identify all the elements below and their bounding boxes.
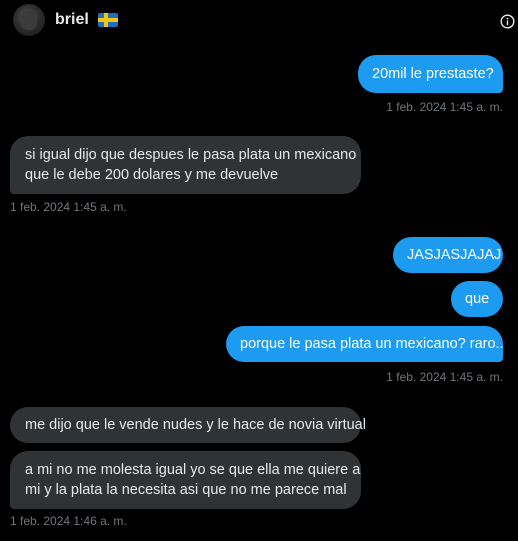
avatar-silhouette xyxy=(21,10,37,30)
message-text-line: a mi no me molesta igual yo se que ella … xyxy=(25,462,361,478)
message-bubble-outgoing[interactable]: porque le pasa plata un mexicano? raro.. xyxy=(226,326,504,362)
message-bubble-outgoing[interactable]: JASJASJAJAJ xyxy=(393,237,503,273)
conversation-username[interactable]: briel xyxy=(55,11,89,29)
message-bubble-incoming[interactable]: si igual dijo que despues le pasa plata … xyxy=(10,136,361,194)
message-text-line: si igual dijo que despues le pasa plata … xyxy=(25,147,357,163)
message-timestamp: 1 feb. 2024 1:45 a. m. xyxy=(10,200,127,214)
message-timestamp: 1 feb. 2024 1:46 a. m. xyxy=(10,514,127,528)
message-bubble-incoming[interactable]: a mi no me molesta igual yo se que ella … xyxy=(10,451,361,509)
message-bubble-outgoing[interactable]: 20mil le prestaste? xyxy=(358,55,503,93)
message-timestamp: 1 feb. 2024 1:45 a. m. xyxy=(386,100,503,114)
message-text-line: que le debe 200 dolares y me devuelve xyxy=(25,167,279,183)
conversation-header: briel xyxy=(0,0,518,44)
message-bubble-outgoing[interactable]: que xyxy=(451,281,503,317)
avatar[interactable] xyxy=(13,4,45,36)
message-text-line: mi y la plata la necesita asi que no me … xyxy=(25,482,347,498)
message-timestamp: 1 feb. 2024 1:45 a. m. xyxy=(386,370,503,384)
sweden-flag-icon xyxy=(98,13,118,27)
message-bubble-incoming[interactable]: me dijo que le vende nudes y le hace de … xyxy=(10,407,366,443)
info-icon[interactable] xyxy=(500,14,515,29)
